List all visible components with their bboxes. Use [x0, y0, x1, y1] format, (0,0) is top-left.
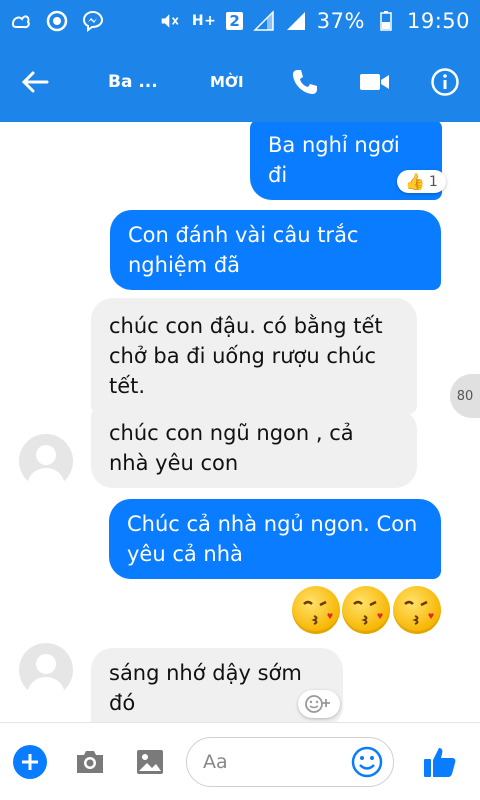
uc-browser-icon	[10, 10, 32, 32]
reaction-count: 1	[428, 173, 438, 190]
kiss-emoji-icon[interactable]	[292, 586, 340, 634]
smiley-icon[interactable]	[351, 746, 383, 778]
thumbs-up-reaction-icon: 👍	[405, 172, 425, 191]
kiss-emoji-icon[interactable]	[393, 586, 441, 634]
signal-icon-2	[285, 10, 307, 32]
messenger-icon	[82, 10, 104, 32]
message-input-placeholder: Aa	[203, 750, 228, 773]
arrow-left-icon	[21, 71, 49, 93]
video-camera-icon	[360, 74, 389, 90]
kiss-emoji-icon[interactable]	[342, 586, 390, 634]
plus-icon	[13, 744, 47, 779]
like-button[interactable]	[400, 723, 480, 800]
info-icon	[431, 68, 459, 96]
reaction-badge[interactable]: 👍 1	[397, 170, 446, 193]
conversation-title[interactable]: Ba ...	[70, 72, 180, 92]
mute-icon	[160, 10, 182, 32]
info-button[interactable]	[410, 42, 480, 122]
thumbs-up-icon	[424, 747, 456, 777]
video-call-button[interactable]	[340, 42, 410, 122]
signal-icon	[252, 10, 275, 32]
status-bar: H+ 2 37% 19:50	[0, 0, 480, 42]
avatar[interactable]	[19, 643, 73, 697]
person-icon	[27, 445, 65, 488]
message-bubble[interactable]: Con đánh vài câu trắc nghiệm đã	[110, 210, 441, 290]
person-icon	[27, 654, 65, 697]
conversation-header: Ba ... MỜI	[0, 42, 480, 122]
message-bubble[interactable]: chúc con ngũ ngon , cả nhà yêu con	[91, 408, 417, 488]
avatar[interactable]	[19, 434, 73, 488]
battery-icon	[375, 10, 397, 32]
network-type: H+	[191, 13, 217, 29]
clock: 19:50	[406, 9, 470, 33]
message-list[interactable]: Ba nghỉ ngơi đi 👍 1 Con đánh vài câu trắ…	[0, 122, 480, 722]
circle-app-icon	[46, 10, 68, 32]
camera-button[interactable]	[60, 723, 120, 800]
back-button[interactable]	[0, 42, 70, 122]
invite-button[interactable]: MỜI	[210, 73, 244, 91]
gallery-button[interactable]	[120, 723, 180, 800]
battery-percent: 37%	[316, 9, 365, 33]
smiley-plus-icon	[305, 695, 330, 713]
sim-badge: 2	[226, 12, 243, 30]
scroll-badge[interactable]: 80	[450, 374, 480, 418]
more-actions-button[interactable]	[0, 723, 60, 800]
call-button[interactable]	[270, 42, 340, 122]
message-bubble[interactable]: chúc con đậu. có bằng tết chở ba đi uống…	[91, 298, 417, 414]
image-icon	[137, 749, 163, 774]
message-input[interactable]: Aa	[186, 736, 394, 787]
phone-icon	[293, 70, 317, 94]
add-reaction-button[interactable]	[298, 690, 340, 718]
message-bubble[interactable]: Chúc cả nhà ngủ ngon. Con yêu cả nhà	[109, 499, 441, 579]
camera-icon	[77, 750, 103, 773]
composer: Aa	[0, 722, 480, 800]
